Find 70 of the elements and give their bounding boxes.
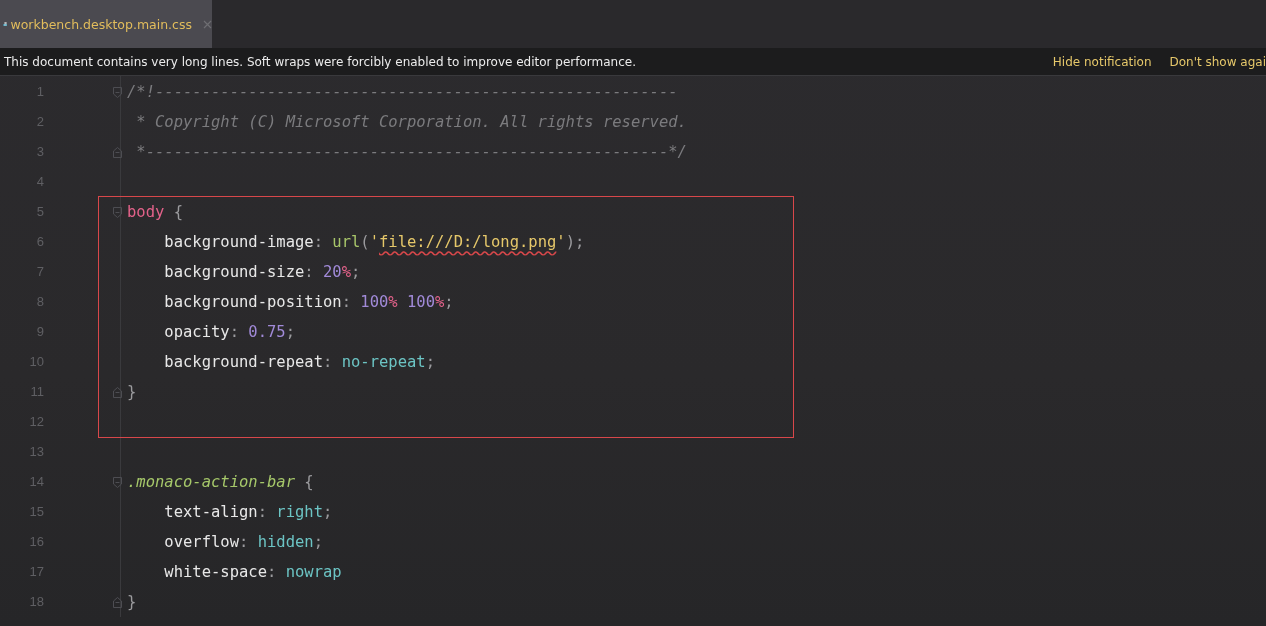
code-comment: *--------------------------------------------------------*/ <box>135 143 687 161</box>
css-number: 0.75 <box>248 323 286 341</box>
fold-end-icon[interactable] <box>113 596 122 608</box>
line-number: 14 <box>28 473 44 491</box>
css-property: background-position <box>163 293 342 311</box>
notification-link[interactable]: Hide notification <box>1052 54 1152 69</box>
css-class-selector: .monaco-action-bar <box>127 473 295 491</box>
code-comment: /*!-------------------------------------------------------- <box>127 83 678 101</box>
css-property: text-align <box>163 503 258 521</box>
line-number: 18 <box>28 593 44 611</box>
line-number: 17 <box>28 563 44 581</box>
code-punctuation: : <box>322 353 334 371</box>
css-selector: body <box>127 203 165 221</box>
tab-title: workbench.desktop.main.css <box>10 16 192 32</box>
code-punctuation: ( <box>360 233 370 251</box>
fold-end-icon[interactable] <box>113 146 122 158</box>
css-unit: % <box>388 293 398 311</box>
css-unit: % <box>341 263 351 281</box>
code-comment: * Copyright (C) Microsoft Corporation. All rights reserved. <box>135 113 687 131</box>
notification-link[interactable]: Don't show agai <box>1169 54 1266 69</box>
code-punctuation: ; <box>351 263 361 281</box>
css-number: 100 <box>360 293 389 311</box>
code-punctuation: ; <box>425 353 435 371</box>
css-string: ' <box>369 233 379 251</box>
line-number: 8 <box>35 293 44 311</box>
css-number: 100 <box>406 293 435 311</box>
css-string: ' <box>556 233 566 251</box>
line-number: 10 <box>28 353 44 371</box>
code-punctuation: ; <box>444 293 454 311</box>
notification-message: This document contains very long lines. Soft wraps were forcibly enabled to improve editor performance. <box>4 54 637 69</box>
code-punctuation: : <box>341 293 352 311</box>
css-property: opacity <box>163 323 230 341</box>
line-number: 12 <box>28 413 44 431</box>
code-punctuation: : <box>313 233 324 251</box>
code-punctuation: ; <box>323 503 333 521</box>
code-punctuation: : <box>267 563 278 581</box>
code-punctuation: } <box>127 383 137 401</box>
code-punctuation: { <box>172 203 183 221</box>
line-number: 16 <box>28 533 44 551</box>
misspelled-string: file:///D:/long.png <box>379 233 557 251</box>
code-punctuation: : <box>304 263 315 281</box>
code-punctuation: } <box>127 593 137 611</box>
css-value: hidden <box>257 533 314 551</box>
fold-end-icon[interactable] <box>113 386 122 398</box>
css-property: white-space <box>163 563 267 581</box>
file-tab[interactable]: workbench.desktop.main.css <box>0 0 212 48</box>
line-number: 11 <box>29 383 44 401</box>
css-property: background-image <box>163 233 314 251</box>
css-property: background-size <box>163 263 305 281</box>
code-punctuation: : <box>239 533 250 551</box>
code-punctuation: { <box>303 473 314 491</box>
fold-start-icon[interactable] <box>113 206 122 218</box>
css-value: right <box>276 503 323 521</box>
code-punctuation: ); <box>565 233 585 251</box>
fold-start-icon[interactable] <box>113 476 122 488</box>
code-punctuation: ; <box>285 323 295 341</box>
code-punctuation: ; <box>313 533 323 551</box>
fold-start-icon[interactable] <box>113 86 122 98</box>
line-number: 13 <box>28 443 44 461</box>
code-punctuation: : <box>257 503 268 521</box>
css-value: nowrap <box>285 563 342 581</box>
css-value: no-repeat <box>341 353 426 371</box>
css-property: background-repeat <box>163 353 323 371</box>
css-function: url <box>332 233 361 251</box>
css-property: overflow <box>163 533 239 551</box>
css-number: 20 <box>323 263 342 281</box>
line-number: 15 <box>28 503 44 521</box>
close-icon[interactable] <box>203 19 212 29</box>
code-punctuation: : <box>229 323 240 341</box>
css-unit: % <box>435 293 445 311</box>
